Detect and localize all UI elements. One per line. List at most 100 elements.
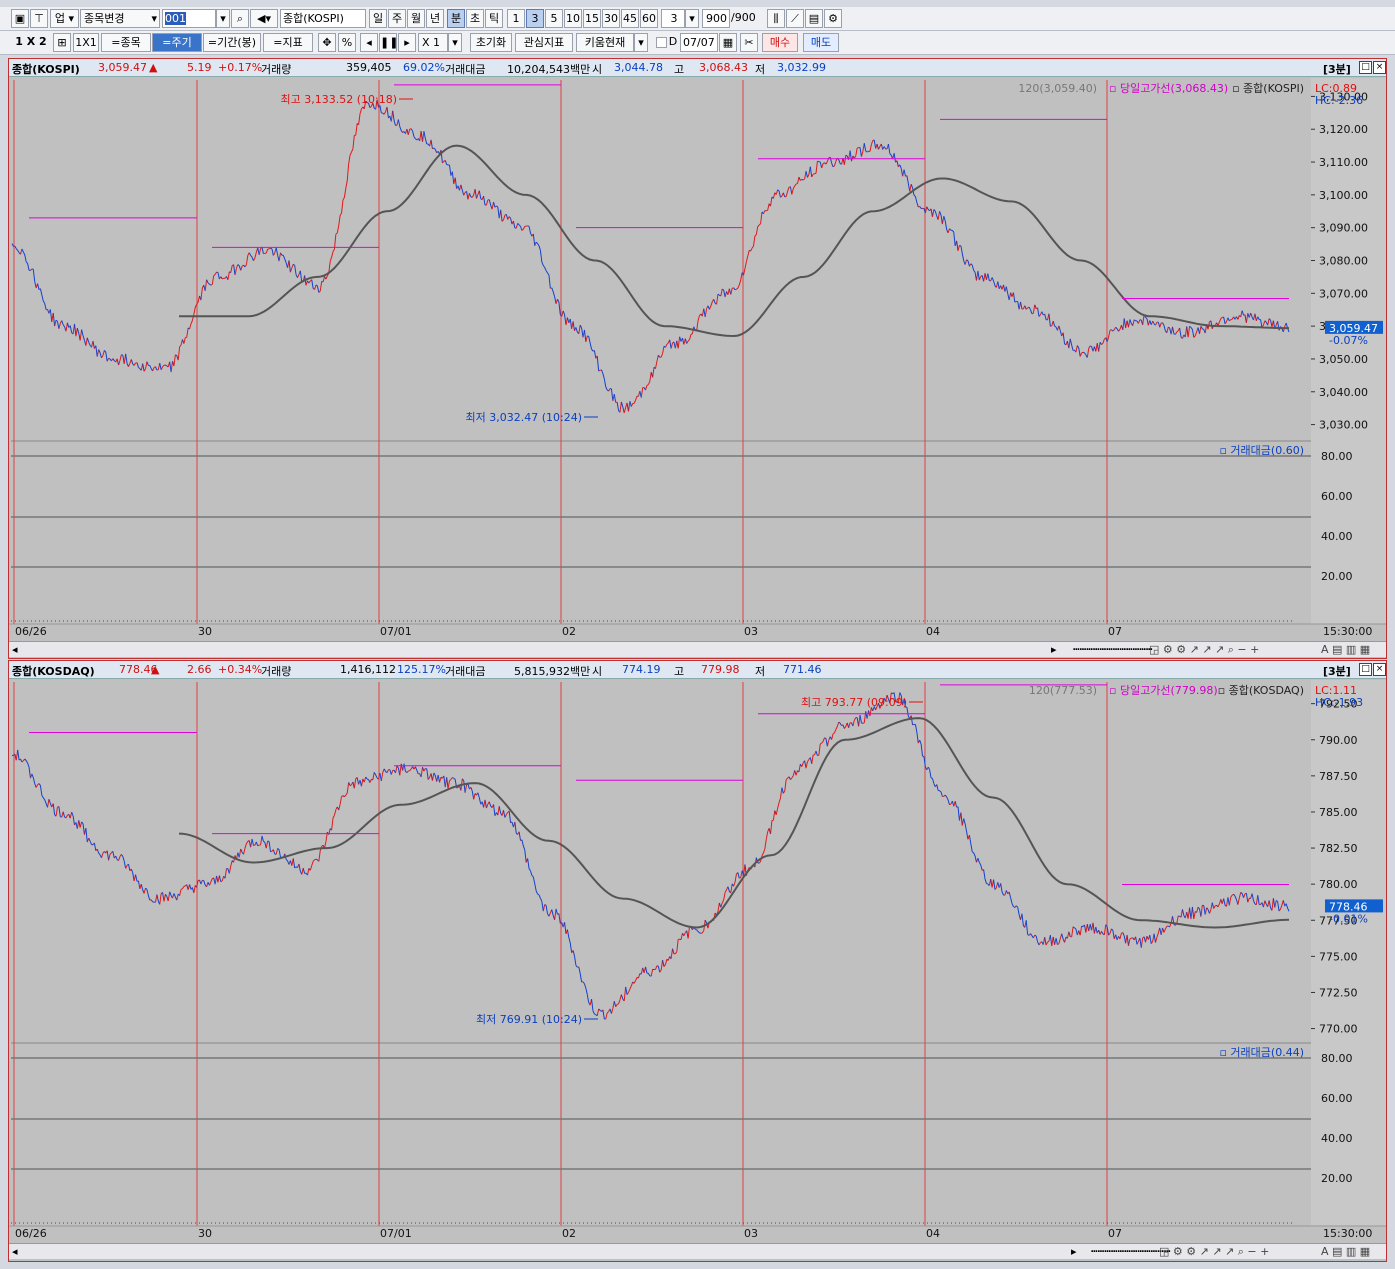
chart-tool-icons-2[interactable]: A ▤ ▥ ▦ <box>1321 643 1370 656</box>
period-day[interactable]: 일 <box>369 9 387 28</box>
price-candle <box>862 722 865 724</box>
period-tick[interactable]: 틱 <box>485 9 503 28</box>
vol-tick-label: 20.00 <box>1321 1172 1353 1185</box>
y-tick-label: 3,070.00 <box>1319 287 1368 300</box>
range-button[interactable]: =기간(봉) <box>203 33 261 52</box>
sound-icon[interactable]: ◀▾ <box>250 9 278 28</box>
price-candle <box>452 777 454 779</box>
item-button[interactable]: =종목 <box>101 33 151 52</box>
vol-tick-label: 20.00 <box>1321 570 1353 583</box>
d-checkbox[interactable] <box>656 37 667 48</box>
prev-icon[interactable]: ◂ <box>360 33 378 52</box>
buy-button[interactable]: 매수 <box>762 33 798 52</box>
kosdaq-header: 종합(KOSDAQ) 778.46 ▲ 2.66 +0.34% 거래량 1,41… <box>9 661 1386 679</box>
price-candle <box>270 850 273 853</box>
kospi-maximize-icon[interactable]: □ <box>1359 61 1372 74</box>
toolbar-secondary: 1 X 2 ⊞ 1X1 =종목 =주기 =기간(봉) =지표 ✥ % ◂ ❚❚ … <box>0 31 1395 55</box>
interval-60[interactable]: 60 <box>640 9 658 28</box>
period-year[interactable]: 년 <box>426 9 444 28</box>
scroll-thumb[interactable]: ┅┅┅┅┅┅┅┅┅┅┅┅ <box>1073 643 1152 656</box>
code-dropdown-icon[interactable]: ▾ <box>216 9 230 28</box>
zoom-select[interactable]: X 1 <box>418 33 448 52</box>
period-month[interactable]: 월 <box>407 9 425 28</box>
crosshair-icon[interactable]: ✥ <box>318 33 336 52</box>
layout-label: 1 X 2 <box>15 35 47 48</box>
name-legend: ▫ 종합(KOSDAQ) <box>1218 684 1304 697</box>
chart-tool-icons[interactable]: ◲ ⚙ ⚙ ↗ ↗ ↗ ⌕ − + <box>1159 1245 1269 1259</box>
indicator-button[interactable]: =지표 <box>263 33 313 52</box>
x-tick-label: 07 <box>1108 625 1122 638</box>
interval-45[interactable]: 45 <box>621 9 639 28</box>
period-week[interactable]: 주 <box>388 9 406 28</box>
kospi-open: 3,044.78 <box>614 61 663 74</box>
x-tick-label: 07/01 <box>380 625 412 638</box>
interval-dropdown-icon[interactable]: ▾ <box>685 9 699 28</box>
candle-icon[interactable]: ⫼ <box>767 9 785 28</box>
chart-tool-icons[interactable]: ◲ ⚙ ⚙ ↗ ↗ ↗ ⌕ − + <box>1149 643 1259 657</box>
kospi-price: 3,059.47 <box>98 61 147 74</box>
kosdaq-high: 779.98 <box>701 663 740 676</box>
kospi-scrollbar[interactable]: ◂ ▸ ┅┅┅┅┅┅┅┅┅┅┅┅ ◲ ⚙ ⚙ ↗ ↗ ↗ ⌕ − + A ▤ ▥… <box>9 641 1386 657</box>
x-tick-label: 07/01 <box>380 1227 412 1240</box>
kiwoom-current-button[interactable]: 키움현재 <box>576 33 634 52</box>
price-candle <box>695 928 697 931</box>
chart-tool-icons-2[interactable]: A ▤ ▥ ▦ <box>1321 1245 1370 1258</box>
vol-tick-label: 60.00 <box>1321 1092 1353 1105</box>
scissors-icon[interactable]: ✂ <box>740 33 758 52</box>
vol-legend: ▫ 거래대금(0.44) <box>1219 1046 1304 1059</box>
line-chart-icon[interactable]: ⟋ <box>786 9 804 28</box>
pin-icon[interactable]: ⊤ <box>30 9 48 28</box>
next-icon[interactable]: ▸ <box>398 33 416 52</box>
reset-button[interactable]: 초기화 <box>470 33 512 52</box>
interval-3[interactable]: 3 <box>526 9 544 28</box>
interval-15[interactable]: 15 <box>583 9 601 28</box>
y-tick-label: 3,100.00 <box>1319 189 1368 202</box>
ma-legend: 120(777.53) <box>1029 684 1097 697</box>
kosdaq-scrollbar[interactable]: ◂ ▸ ┅┅┅┅┅┅┅┅┅┅┅┅ ◲ ⚙ ⚙ ↗ ↗ ↗ ⌕ − + A ▤ ▥… <box>9 1243 1386 1259</box>
ratio-button[interactable]: 1X1 <box>73 33 99 52</box>
kosdaq-maximize-icon[interactable]: □ <box>1359 663 1372 676</box>
kosdaq-change: 2.66 <box>187 663 212 676</box>
calendar-icon[interactable]: ▦ <box>719 33 737 52</box>
percent-button[interactable]: % <box>338 33 356 52</box>
change-item-select[interactable]: 종목변경 ▾ <box>80 9 160 28</box>
kosdaq-close-icon[interactable]: × <box>1373 663 1386 676</box>
grid-icon[interactable]: ⊞ <box>53 33 71 52</box>
kospi-up-arrow: ▲ <box>149 61 158 74</box>
watch-indicator-button[interactable]: 관심지표 <box>515 33 573 52</box>
y-tick-label: 790.00 <box>1319 734 1358 747</box>
kosdaq-chart[interactable]: 792.50790.00787.50785.00782.50780.00777.… <box>9 680 1386 1245</box>
sell-button[interactable]: 매도 <box>803 33 839 52</box>
period-minute[interactable]: 분 <box>447 9 465 28</box>
interval-30[interactable]: 30 <box>602 9 620 28</box>
kospi-close-icon[interactable]: × <box>1373 61 1386 74</box>
interval-5[interactable]: 5 <box>545 9 563 28</box>
window-icon[interactable]: ▣ <box>11 9 29 28</box>
zoom-dropdown-icon[interactable]: ▾ <box>448 33 462 52</box>
kiwoom-dropdown-icon[interactable]: ▾ <box>634 33 648 52</box>
interval-input[interactable]: 3 <box>661 9 685 28</box>
x-tick-label: 06/26 <box>15 1227 47 1240</box>
interval-1[interactable]: 1 <box>507 9 525 28</box>
y-tick-label: 3,040.00 <box>1319 386 1368 399</box>
scroll-right-icon[interactable]: ▸ <box>1051 643 1057 656</box>
pause-icon[interactable]: ❚❚ <box>379 33 397 52</box>
period-button[interactable]: =주기 <box>152 33 202 52</box>
scroll-left-icon[interactable]: ◂ <box>12 643 18 656</box>
code-input[interactable]: 001 <box>162 9 216 28</box>
scroll-right-icon[interactable]: ▸ <box>1071 1245 1077 1258</box>
kospi-low: 3,032.99 <box>777 61 826 74</box>
count-input[interactable]: 900 <box>702 9 730 28</box>
period-second[interactable]: 초 <box>466 9 484 28</box>
interval-10[interactable]: 10 <box>564 9 582 28</box>
search-icon[interactable]: ⌕ <box>231 9 249 28</box>
date-input[interactable]: 07/07 <box>680 33 718 52</box>
vol-tick-label: 80.00 <box>1321 450 1353 463</box>
kospi-chart[interactable]: 3,130.003,120.003,110.003,100.003,090.00… <box>9 78 1386 643</box>
save-icon[interactable]: ▤ <box>805 9 823 28</box>
y-tick-label: 775.00 <box>1319 950 1358 963</box>
settings-icon[interactable]: ⚙ <box>824 9 842 28</box>
hc-label: HC:-2.36 <box>1315 94 1363 107</box>
scroll-left-icon[interactable]: ◂ <box>12 1245 18 1258</box>
market-select[interactable]: 업 ▾ <box>50 9 79 28</box>
